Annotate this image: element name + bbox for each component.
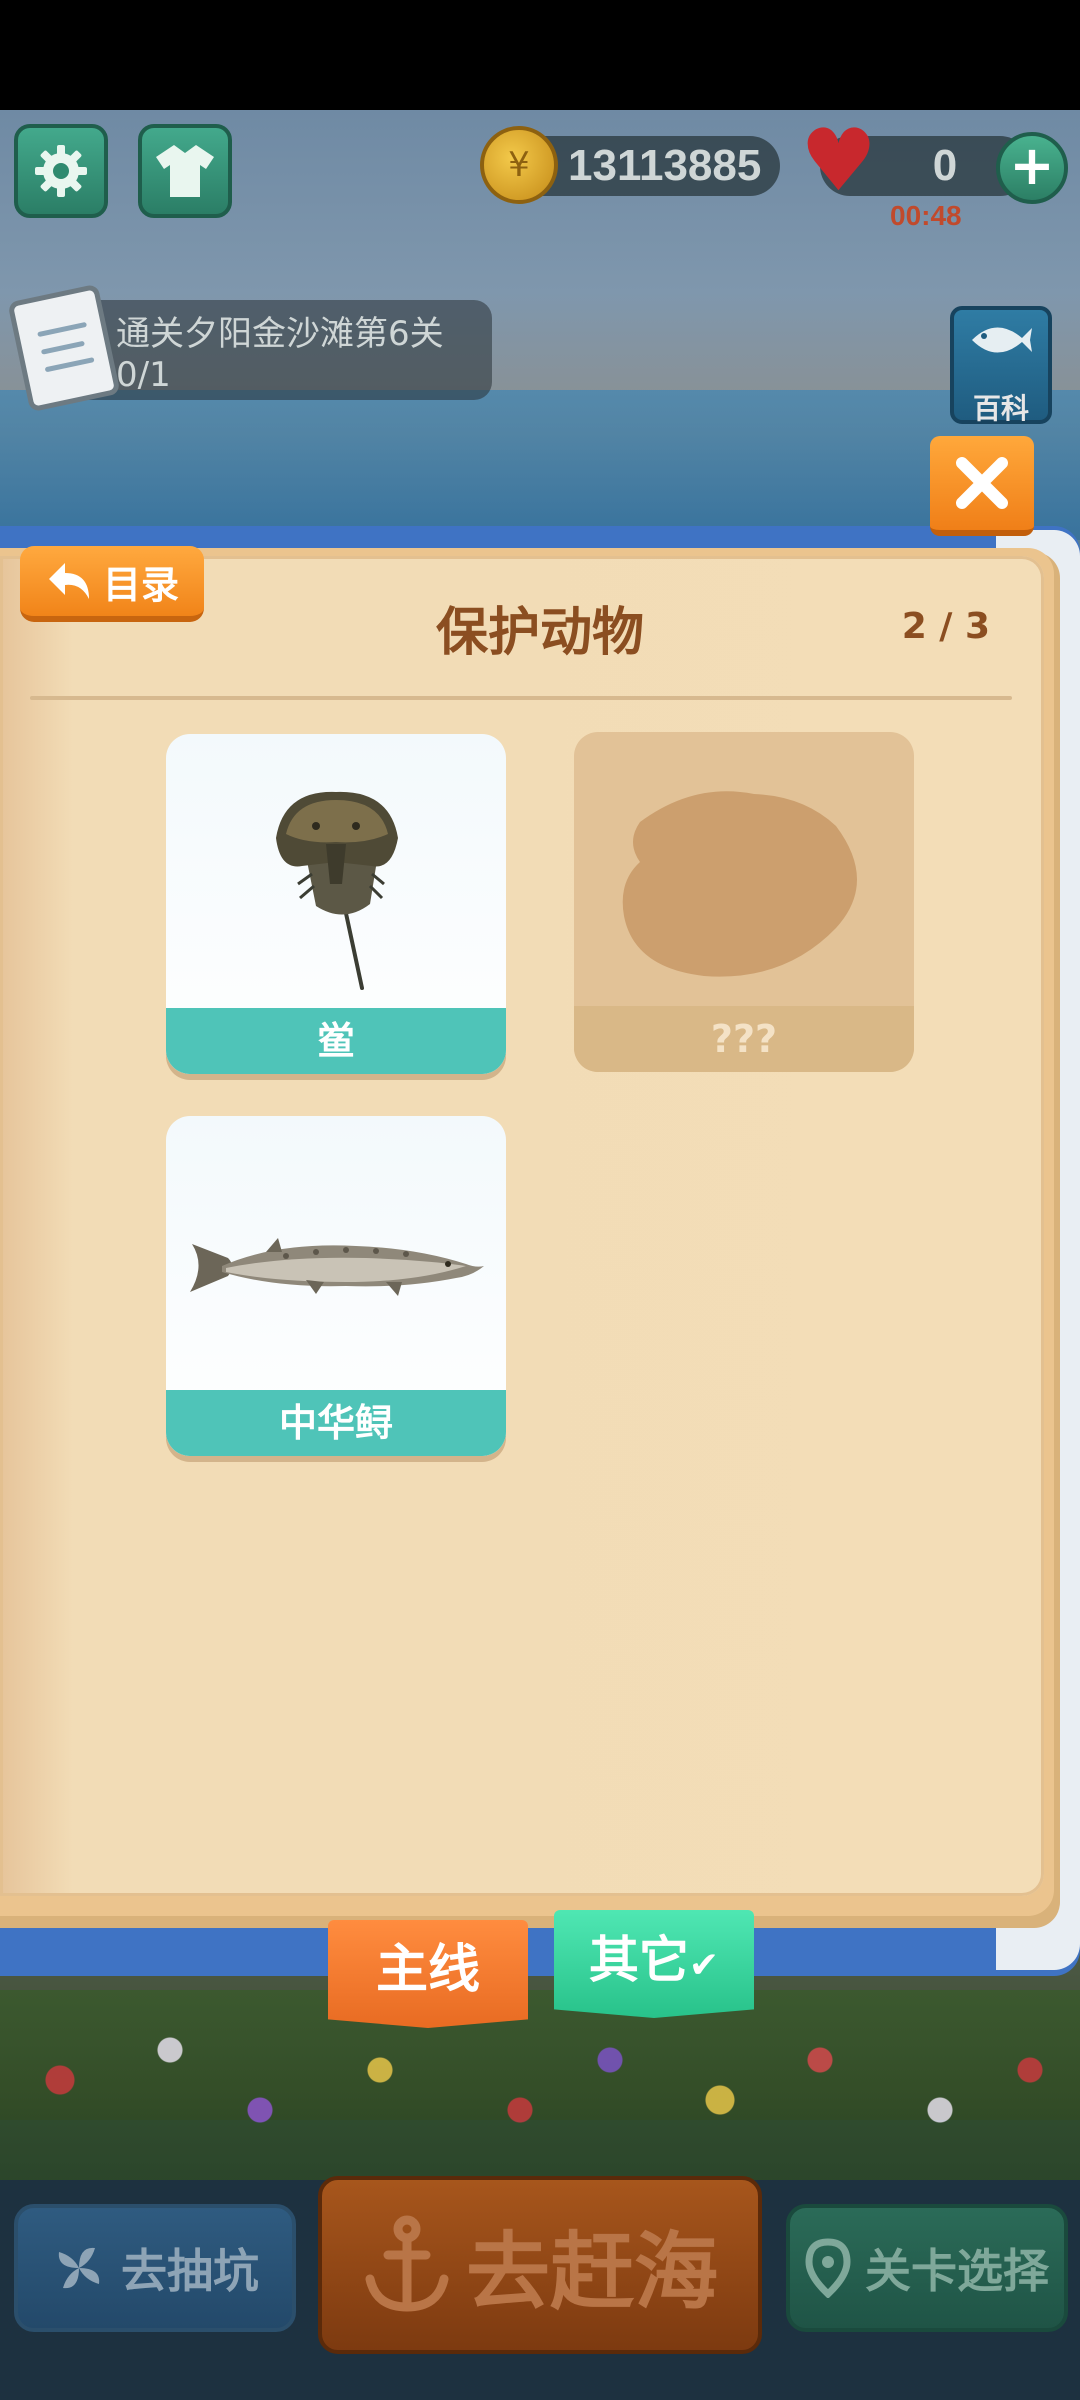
level-select-label: 关卡选择 xyxy=(865,2244,1049,2298)
title-divider xyxy=(30,696,1012,700)
close-button[interactable] xyxy=(930,436,1034,536)
horseshoe-crab-icon xyxy=(276,791,398,990)
tab-main-label: 主线 xyxy=(375,1940,480,2000)
card-label: ??? xyxy=(574,1006,914,1072)
coin-icon: ¥ xyxy=(480,126,558,204)
sea-background xyxy=(0,390,1080,540)
back-arrow-icon xyxy=(48,563,89,599)
pinwheel-icon xyxy=(58,2247,100,2289)
tab-other[interactable]: 其它✔ xyxy=(554,1910,754,2018)
sturgeon-icon xyxy=(190,1238,484,1296)
checkmark-icon: ✔ xyxy=(688,1945,720,1986)
card-label: 鲎 xyxy=(166,1008,506,1074)
shirt-icon xyxy=(156,145,214,197)
anchor-icon xyxy=(365,2215,449,2312)
go-sea-label: 去赶海 xyxy=(465,2222,718,2321)
page-counter: 2 / 3 xyxy=(901,606,990,647)
page-title: 保护动物 xyxy=(435,603,644,663)
level-select-button[interactable]: 关卡选择 xyxy=(786,2204,1068,2332)
settings-button[interactable] xyxy=(14,124,108,218)
back-label: 目录 xyxy=(102,562,179,607)
lives-amount: 0 xyxy=(932,141,958,190)
animal-card[interactable]: 鲎 xyxy=(166,734,506,1074)
life-refill-timer: 00:48 xyxy=(890,200,962,231)
coin-amount: 13113885 xyxy=(568,141,762,190)
go-sea-button[interactable]: 去赶海 xyxy=(318,2176,762,2354)
animal-card-locked[interactable]: ??? xyxy=(574,732,914,1072)
quest-text: 通关夕阳金沙滩第6关 0/1 xyxy=(116,313,444,395)
fish-icon xyxy=(954,310,1048,387)
encyclopedia-label: 百科 xyxy=(972,392,1029,425)
back-to-catalog-button[interactable]: 目录 xyxy=(20,546,204,622)
status-bar xyxy=(0,0,1080,110)
card-label: 中华鲟 xyxy=(166,1390,506,1456)
location-pin-icon xyxy=(805,2238,851,2298)
tab-main-story[interactable]: 主线 xyxy=(328,1920,528,2028)
outfit-button[interactable] xyxy=(138,124,232,218)
add-lives-button[interactable]: + xyxy=(996,132,1068,204)
unknown-silhouette-icon xyxy=(622,791,857,977)
heart-icon: ♥ xyxy=(800,111,878,211)
gacha-button[interactable]: 去抽坑 xyxy=(14,2204,296,2332)
gacha-label: 去抽坑 xyxy=(121,2244,259,2298)
plus-icon: + xyxy=(1009,134,1055,197)
animal-card[interactable]: 中华鲟 xyxy=(166,1116,506,1456)
close-icon xyxy=(956,457,1008,509)
tab-other-label: 其它 xyxy=(588,1931,689,1989)
encyclopedia-button[interactable]: 百科 xyxy=(950,306,1052,425)
gear-icon xyxy=(35,145,87,197)
